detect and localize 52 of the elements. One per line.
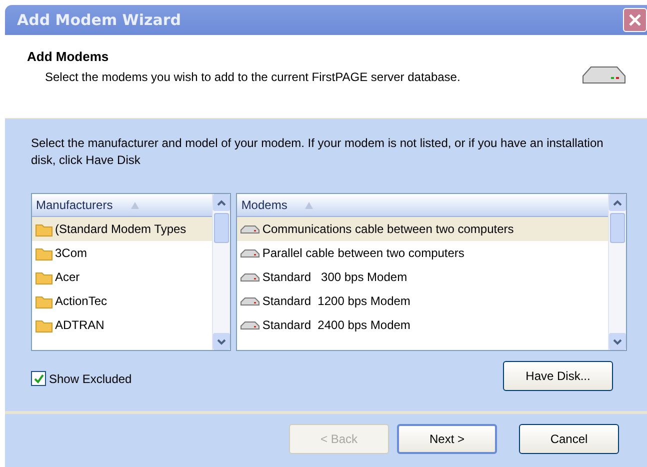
scroll-thumb[interactable] [610, 213, 625, 243]
list-item[interactable]: Communications cable between two computers [237, 217, 608, 241]
scroll-up-button[interactable] [213, 194, 230, 211]
item-label: 3Com [55, 246, 88, 260]
item-label: Acer [55, 270, 80, 284]
window-title: Add Modem Wizard [17, 11, 181, 29]
up-chevron-icon [217, 200, 226, 206]
list-item[interactable]: 3Com [32, 241, 212, 265]
instructions-text: Select the manufacturer and model of your modem. If your modem is not listed, or if you have an installation disk, click Have Disk [31, 135, 604, 169]
up-chevron-icon [613, 200, 622, 206]
item-label: ActionTec [55, 294, 108, 308]
scroll-down-button[interactable] [213, 333, 230, 350]
column-header[interactable]: Manufacturers [32, 194, 212, 217]
scroll-down-button[interactable] [609, 333, 626, 350]
list-item[interactable]: (Standard Modem Types [32, 217, 212, 241]
list-item[interactable]: ADTRAN [32, 313, 212, 337]
down-chevron-icon [613, 338, 622, 344]
scrollbar[interactable] [608, 194, 626, 350]
item-label: ADTRAN [55, 318, 104, 332]
wizard-button[interactable]: Cancel [519, 424, 619, 454]
item-label: (Standard Modem Types [55, 222, 186, 236]
scroll-up-button[interactable] [609, 194, 626, 211]
modem-icon [240, 319, 260, 331]
item-label: Parallel cable between two computers [262, 246, 464, 260]
wizard-button[interactable]: Next > [397, 424, 497, 454]
close-button[interactable] [623, 8, 647, 32]
item-label: Standard 300 bps Modem [262, 270, 408, 284]
modem-icon [240, 247, 260, 259]
list-item[interactable]: Standard 300 bps Modem [237, 265, 608, 289]
close-icon [628, 13, 642, 27]
scroll-thumb[interactable] [214, 213, 230, 243]
page-subtitle: Select the modems you wish to add to the current FirstPAGE server database. [45, 70, 460, 84]
item-label: Standard 2400 bps Modem [262, 318, 410, 332]
modem-icon [240, 271, 260, 283]
show-excluded-checkbox[interactable]: Show Excluded [31, 371, 132, 386]
list-item[interactable]: Parallel cable between two computers [237, 241, 608, 265]
scrollbar[interactable] [212, 194, 230, 350]
list-item[interactable]: Standard 1200 bps Modem [237, 289, 608, 313]
down-chevron-icon [217, 338, 226, 344]
list-item[interactable]: Standard 2400 bps Modem [237, 313, 608, 337]
checkmark-icon [34, 374, 44, 384]
sort-arrow-icon [130, 202, 139, 208]
page-title: Add Modems [27, 49, 110, 64]
list-item[interactable]: ActionTec [32, 289, 212, 313]
list-item[interactable]: Acer [32, 265, 212, 289]
column-header[interactable]: Modems [237, 194, 608, 217]
sort-arrow-icon [305, 202, 314, 208]
have-disk-button[interactable]: Have Disk... [503, 361, 613, 391]
modem-icon [240, 223, 260, 235]
item-label: Standard 1200 bps Modem [262, 294, 410, 308]
modem-icon [240, 295, 260, 307]
item-label: Communications cable between two computers [262, 222, 514, 236]
